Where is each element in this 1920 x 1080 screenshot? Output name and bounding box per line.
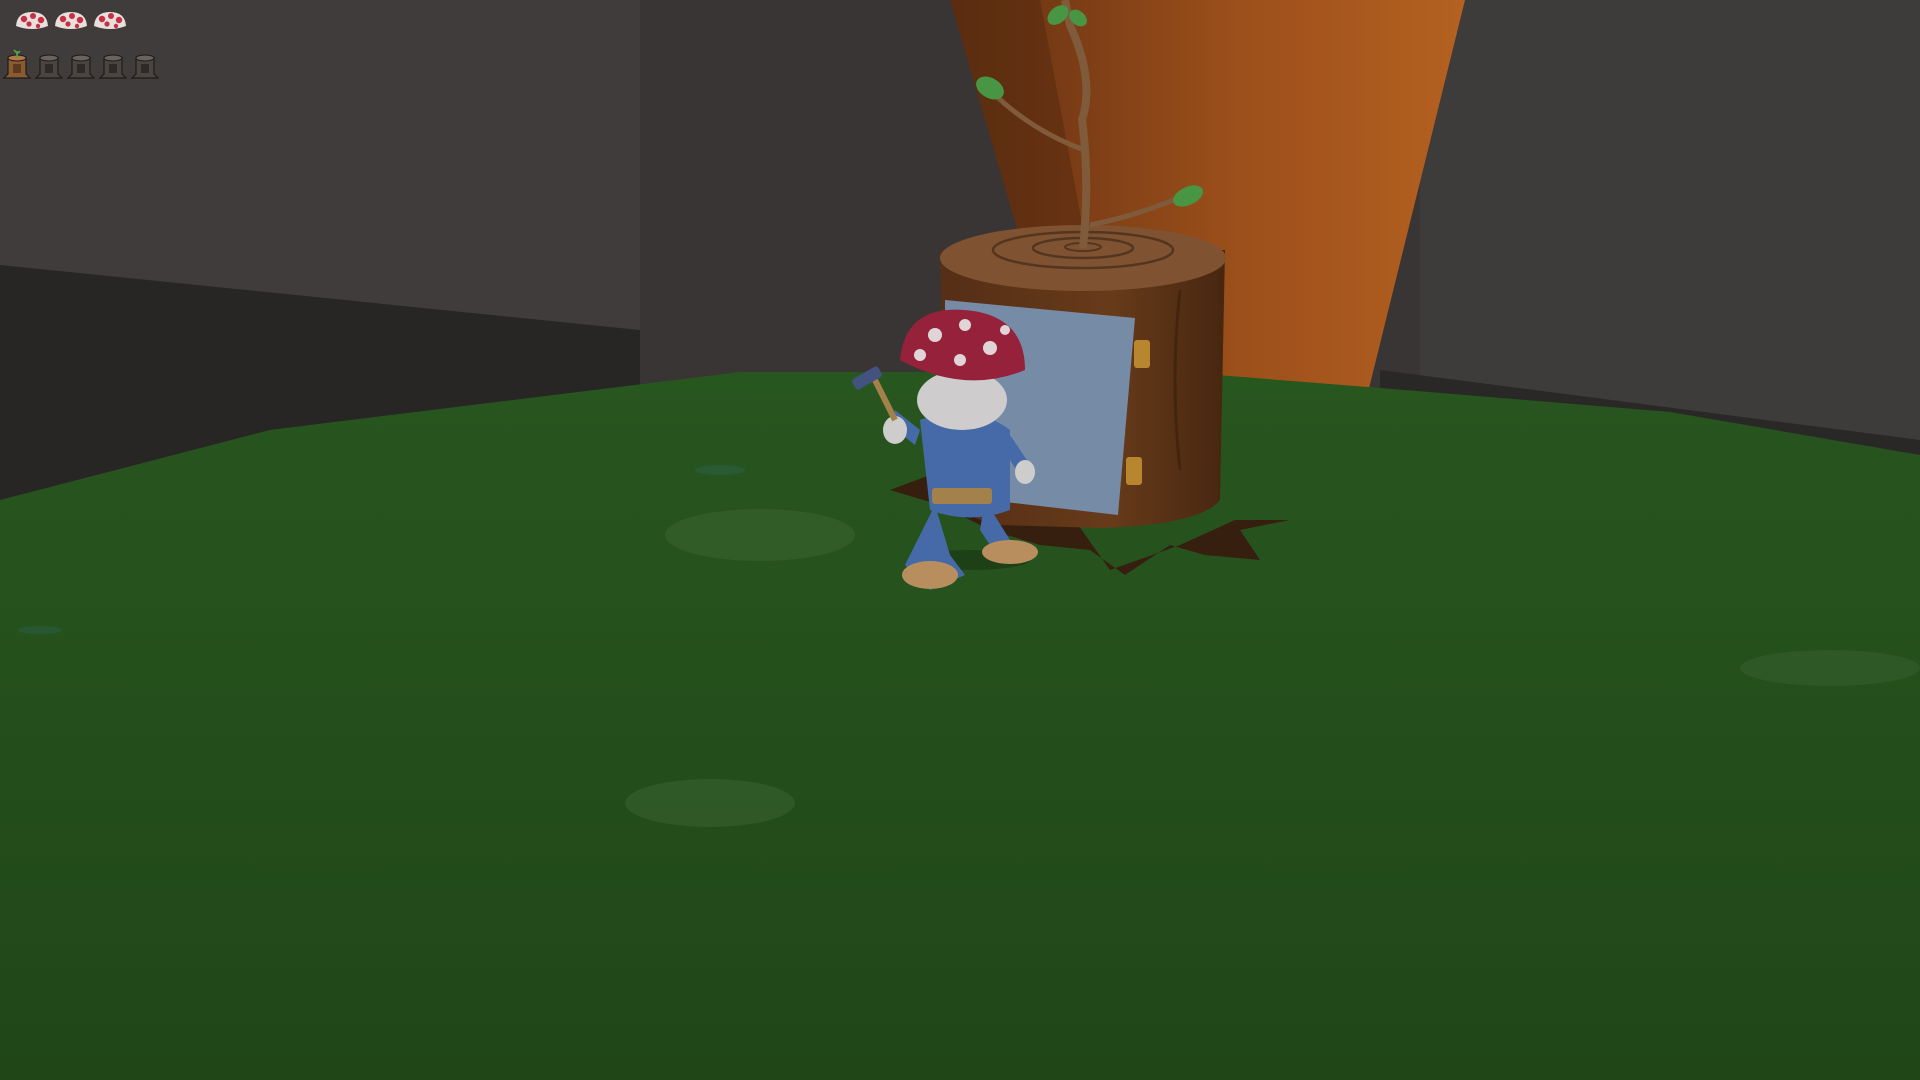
tree-stump-icon: [98, 54, 128, 79]
lives-display: [14, 8, 128, 34]
tree-stump-icon: [2, 49, 32, 79]
mushroom-cap-icon: [16, 12, 48, 29]
game-scene: [0, 0, 1920, 1080]
stump-collectibles-display: [2, 48, 160, 80]
mushroom-cap-icon: [94, 12, 126, 29]
mushroom-cap-icon: [55, 12, 87, 29]
tree-stump-icon: [130, 54, 160, 79]
tree-stump-icon: [66, 54, 96, 79]
hud: [0, 0, 300, 100]
tree-stump-icon: [34, 54, 64, 79]
